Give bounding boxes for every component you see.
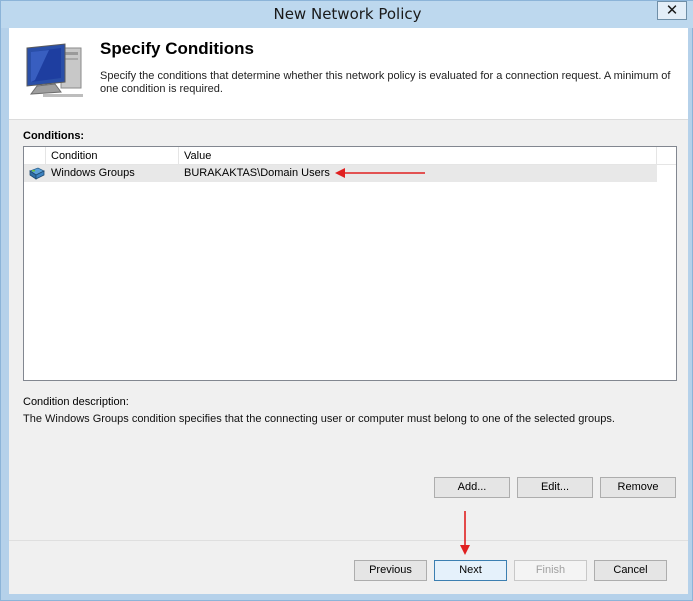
- annotation-arrow-value: [335, 168, 425, 178]
- close-button[interactable]: ✕: [657, 1, 687, 20]
- column-header-condition[interactable]: Condition: [46, 147, 179, 165]
- column-header-icon[interactable]: [24, 147, 46, 165]
- close-icon: ✕: [665, 2, 679, 19]
- title-bar: New Network Policy ✕: [1, 1, 693, 28]
- remove-button[interactable]: Remove: [600, 477, 676, 498]
- dialog-window: New Network Policy ✕ Specify Conditions …: [0, 0, 693, 601]
- window-title: New Network Policy: [273, 5, 422, 23]
- page-description: Specify the conditions that determine wh…: [100, 70, 671, 95]
- group-icon: [29, 167, 45, 180]
- page-title: Specify Conditions: [100, 39, 254, 58]
- cancel-button[interactable]: Cancel: [594, 560, 667, 581]
- list-header: Condition Value: [24, 147, 676, 165]
- value-cell: BURAKAKTAS\Domain Users: [184, 167, 330, 179]
- previous-button[interactable]: Previous: [354, 560, 427, 581]
- next-button[interactable]: Next: [434, 560, 507, 581]
- annotation-arrow-next: [460, 511, 470, 555]
- condition-cell: Windows Groups: [51, 167, 135, 179]
- edit-button[interactable]: Edit...: [517, 477, 593, 498]
- computer-monitor-icon: [26, 43, 83, 97]
- dialog-client-area: Specify Conditions Specify the condition…: [9, 28, 688, 594]
- conditions-label: Conditions:: [23, 130, 85, 142]
- wizard-header: Specify Conditions Specify the condition…: [9, 28, 688, 120]
- condition-description-label: Condition description:: [23, 396, 129, 408]
- condition-description-text: The Windows Groups condition specifies t…: [23, 413, 615, 425]
- add-button[interactable]: Add...: [434, 477, 510, 498]
- conditions-list[interactable]: Condition Value Windows Groups BURAKAKTA…: [23, 146, 677, 381]
- column-header-value[interactable]: Value: [179, 147, 657, 165]
- finish-button[interactable]: Finish: [514, 560, 587, 581]
